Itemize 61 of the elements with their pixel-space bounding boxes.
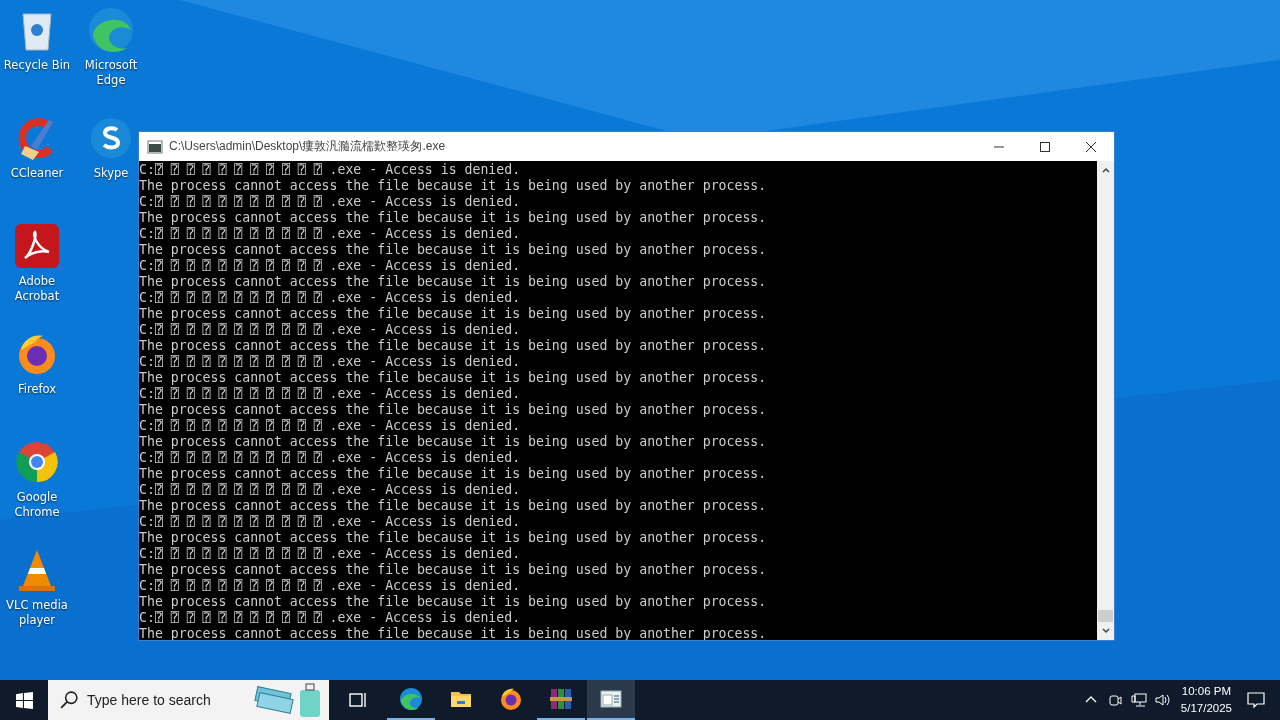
console-line: C:⍰ ⍰ ⍰ ⍰ ⍰ ⍰ ⍰ ⍰ ⍰ ⍰ ⍰ .exe - Access is denied. [139,258,522,274]
desktop-icon-label[interactable]: Skype [93,166,129,181]
console-line: C:⍰ ⍰ ⍰ ⍰ ⍰ ⍰ ⍰ ⍰ ⍰ ⍰ ⍰ .exe - Access is denied. [139,450,522,466]
console-line: The process cannot access the file because it is being used by another process. [139,530,768,546]
console-line: C:⍰ ⍰ ⍰ ⍰ ⍰ ⍰ ⍰ ⍰ ⍰ ⍰ ⍰ .exe - Access is denied. [139,514,522,530]
console-line: C:⍰ ⍰ ⍰ ⍰ ⍰ ⍰ ⍰ ⍰ ⍰ ⍰ ⍰ .exe - Access is denied. [139,546,522,562]
console-line: The process cannot access the file because it is being used by another process. [139,466,768,482]
console-icon [599,687,623,711]
console-line: C:⍰ ⍰ ⍰ ⍰ ⍰ ⍰ ⍰ ⍰ ⍰ ⍰ ⍰ .exe - Access is denied. [139,386,522,402]
close-icon [1086,141,1096,152]
console-line: C:⍰ ⍰ ⍰ ⍰ ⍰ ⍰ ⍰ ⍰ ⍰ ⍰ ⍰ .exe - Access is denied. [139,610,522,626]
task-view-icon[interactable] [348,690,368,710]
pdf-icon[interactable] [13,222,61,270]
console-line: C:⍰ ⍰ ⍰ ⍰ ⍰ ⍰ ⍰ ⍰ ⍰ ⍰ ⍰ .exe - Access is denied. [139,354,522,370]
console-line: C:⍰ ⍰ ⍰ ⍰ ⍰ ⍰ ⍰ ⍰ ⍰ ⍰ ⍰ .exe - Access is denied. [139,162,522,178]
console-line: The process cannot access the file because it is being used by another process. [139,498,768,514]
console-line: C:⍰ ⍰ ⍰ ⍰ ⍰ ⍰ ⍰ ⍰ ⍰ ⍰ ⍰ .exe - Access is denied. [139,482,522,498]
console-line: The process cannot access the file because it is being used by another process. [139,274,768,290]
taskbar-app[interactable] [587,680,635,720]
windows-logo-icon [15,691,33,709]
console-line: C:⍰ ⍰ ⍰ ⍰ ⍰ ⍰ ⍰ ⍰ ⍰ ⍰ ⍰ .exe - Access is denied. [139,418,522,434]
desktop-icon-label[interactable]: Google Chrome [1,490,73,520]
console-line: C:⍰ ⍰ ⍰ ⍰ ⍰ ⍰ ⍰ ⍰ ⍰ ⍰ ⍰ .exe - Access is denied. [139,194,522,210]
console-line: The process cannot access the file because it is being used by another process. [139,594,768,610]
console-line: C:⍰ ⍰ ⍰ ⍰ ⍰ ⍰ ⍰ ⍰ ⍰ ⍰ ⍰ .exe - Access is denied. [139,322,522,338]
console-line: C:⍰ ⍰ ⍰ ⍰ ⍰ ⍰ ⍰ ⍰ ⍰ ⍰ ⍰ .exe - Access is denied. [139,578,522,594]
scroll-down-icon[interactable] [1100,626,1111,636]
desktop-icon-label[interactable]: Firefox [17,382,57,397]
search-icon [60,691,78,709]
desktop-icon-label[interactable]: Recycle Bin [3,58,71,73]
console-line: The process cannot access the file because it is being used by another process. [139,178,768,194]
console-line: The process cannot access the file because it is being used by another process. [139,242,768,258]
network-icon[interactable] [1130,692,1147,708]
notifications-icon[interactable] [1246,690,1266,710]
archive-books-icon [549,687,573,711]
scrollbar[interactable] [1097,161,1114,640]
desktop-icon-label[interactable]: Microsoft Edge [75,58,147,88]
desktop-icon-label[interactable]: CCleaner [10,166,64,181]
maximize-icon [1040,141,1050,152]
console-line: C:⍰ ⍰ ⍰ ⍰ ⍰ ⍰ ⍰ ⍰ ⍰ ⍰ ⍰ .exe - Access is denied. [139,290,522,306]
console-line: The process cannot access the file because it is being used by another process. [139,210,768,226]
desktop-icon-label[interactable]: Adobe Acrobat [1,274,73,304]
console-line: The process cannot access the file because it is being used by another process. [139,626,768,640]
clock-date[interactable]: 5/17/2025 [1180,700,1232,717]
firefox-icon [499,687,523,711]
scroll-up-icon[interactable] [1100,165,1111,175]
console-line: The process cannot access the file because it is being used by another process. [139,370,768,386]
speaker-icon[interactable] [1154,692,1171,708]
console-icon [147,138,163,155]
console-line: The process cannot access the file because it is being used by another process. [139,306,768,322]
console-line: The process cannot access the file because it is being used by another process. [139,402,768,418]
camera-icon[interactable] [1106,692,1123,708]
window-title: C:\Users\admin\Desktop\瘻敦汎瀡流檽歎整瑛匆.exe [169,138,447,155]
scroll-thumb[interactable] [1098,610,1113,622]
clock-time[interactable]: 10:06 PM [1181,683,1232,700]
console-line: The process cannot access the file because it is being used by another process. [139,562,768,578]
console-line: The process cannot access the file because it is being used by another process. [139,338,768,354]
desktop-icon-label[interactable]: VLC media player [1,598,73,628]
console-line: The process cannot access the file because it is being used by another process. [139,434,768,450]
console-line: C:⍰ ⍰ ⍰ ⍰ ⍰ ⍰ ⍰ ⍰ ⍰ ⍰ ⍰ .exe - Access is denied. [139,226,522,242]
edge-icon [399,687,423,711]
